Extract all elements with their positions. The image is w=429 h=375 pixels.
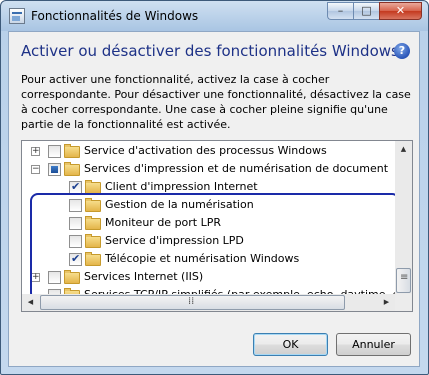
close-button[interactable]: ✕ xyxy=(379,2,422,20)
folder-icon xyxy=(85,198,101,212)
feature-checkbox[interactable] xyxy=(69,252,82,266)
help-icon[interactable]: ? xyxy=(394,43,410,59)
tree-item-lpr-port-monitor[interactable]: Moniteur de port LPR xyxy=(22,215,398,232)
dialog-body: Activer ou désactiver des fonctionnalité… xyxy=(8,31,420,367)
feature-checkbox[interactable] xyxy=(48,145,61,158)
minimize-button[interactable]: – xyxy=(327,2,353,20)
cancel-button[interactable]: Annuler xyxy=(336,333,411,356)
tree-item-scan-management[interactable]: Gestion de la numérisation xyxy=(22,197,398,214)
dialog-window: Fonctionnalités de Windows – □ ✕ Activer… xyxy=(0,0,429,375)
scroll-right-icon[interactable]: ▶ xyxy=(378,294,395,311)
folder-icon xyxy=(85,216,101,230)
windows-features-icon xyxy=(9,8,25,24)
horizontal-scrollbar[interactable]: ◀ ▶ xyxy=(22,294,395,311)
tree-item-activation-service[interactable]: + Service d'activation des processus Win… xyxy=(22,143,398,160)
feature-checkbox[interactable] xyxy=(48,271,61,284)
tree-item-label: Télécopie et numérisation Windows xyxy=(105,252,300,265)
scroll-left-icon[interactable]: ◀ xyxy=(22,294,39,311)
page-title: Activer ou désactiver des fonctionnalité… xyxy=(21,42,399,60)
tree-item-label: Service d'impression LPD xyxy=(105,234,244,247)
folder-icon xyxy=(64,270,80,284)
vertical-scroll-thumb[interactable] xyxy=(396,268,411,293)
scrollbar-corner xyxy=(395,294,412,311)
tree-item-label: Service d'activation des processus Windo… xyxy=(84,144,327,157)
horizontal-scroll-thumb[interactable] xyxy=(40,295,345,310)
expand-icon[interactable]: + xyxy=(31,273,40,282)
window-title: Fonctionnalités de Windows xyxy=(31,9,199,23)
folder-icon xyxy=(85,234,101,248)
tree-item-label: Services Internet (IIS) xyxy=(84,270,204,283)
maximize-button[interactable]: □ xyxy=(353,2,379,20)
collapse-icon[interactable]: − xyxy=(31,165,40,174)
tree-item-label: Client d'impression Internet xyxy=(105,180,258,193)
tree-item-label: Services d'impression et de numérisation… xyxy=(84,162,389,175)
folder-icon xyxy=(64,162,80,176)
tree-item-fax-and-scan[interactable]: Télécopie et numérisation Windows xyxy=(22,251,398,268)
feature-checkbox[interactable] xyxy=(48,163,61,176)
feature-checkbox[interactable] xyxy=(69,217,82,230)
tree-item-label: Gestion de la numérisation xyxy=(105,198,254,211)
instructions-text: Pour activer une fonctionnalité, activez… xyxy=(21,73,411,131)
feature-checkbox[interactable] xyxy=(69,235,82,248)
title-bar[interactable]: Fonctionnalités de Windows – □ ✕ xyxy=(1,1,428,31)
tree-item-iis[interactable]: + Services Internet (IIS) xyxy=(22,269,398,286)
ok-button[interactable]: OK xyxy=(253,333,328,356)
expand-icon[interactable]: + xyxy=(31,147,40,156)
tree-item-internet-print-client[interactable]: Client d'impression Internet xyxy=(22,179,398,196)
scroll-up-icon[interactable]: ▲ xyxy=(395,141,412,158)
folder-icon xyxy=(64,144,80,158)
folder-icon xyxy=(85,180,101,194)
tree-item-print-scan-services[interactable]: − Services d'impression et de numérisati… xyxy=(22,161,398,178)
tree-item-label: Moniteur de port LPR xyxy=(105,216,222,229)
feature-checkbox[interactable] xyxy=(69,180,82,194)
tree-item-lpd-print-service[interactable]: Service d'impression LPD xyxy=(22,233,398,250)
caption-buttons: – □ ✕ xyxy=(327,2,422,21)
folder-icon xyxy=(85,252,101,266)
vertical-scrollbar[interactable]: ▲ xyxy=(395,141,412,295)
feature-checkbox[interactable] xyxy=(69,199,82,212)
features-tree[interactable]: + Service d'activation des processus Win… xyxy=(21,140,413,312)
